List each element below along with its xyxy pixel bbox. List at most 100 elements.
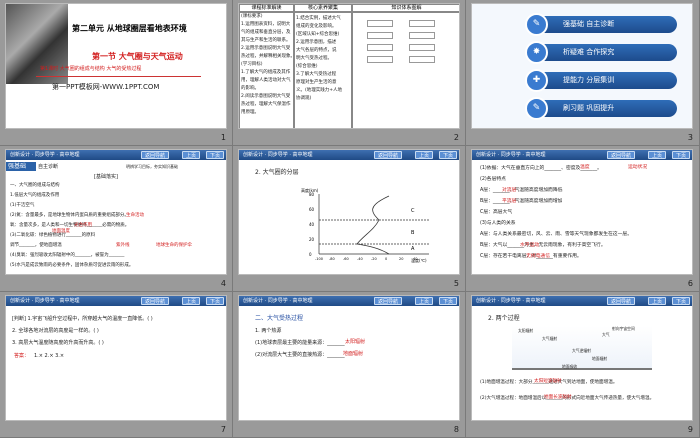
standards-line: 用，理解人类活动对大气 [241,78,291,83]
x-tick-label: -20 [371,257,377,261]
slide-number: 7 [220,425,226,434]
slide-canvas: 创新设计 · 同步导学 · 高中地理 返回导航 上页 下页 二、大气受热过程 1. 两个热… [238,295,460,421]
atmosphere-layer-chart: 高度(km)温度(℃)806040200-100 -80 -60 -40 -20 0 20 4… [301,187,429,263]
y-tick-label: 0 [309,252,312,257]
nav-button-2[interactable]: 下页 [672,297,691,305]
content-line: (2)氮：含量最多，是地球生物体内蛋白质的重要组成部分。 [10,213,129,218]
nav-button-2[interactable]: 下页 [672,151,691,159]
nav-button-0[interactable]: 返回导航 [374,297,403,305]
nav-button-0[interactable]: 返回导航 [141,151,170,159]
standards-line: 2.阅读示意图说明大气受 [241,94,291,99]
menu-item-0[interactable]: ✎ 强基础 自主诊断 [525,13,677,36]
x-tick-label: -80 [329,257,335,261]
section-note: 明辨学习目标，夯实知识基础 [126,164,178,169]
literacy-line: (综合思维) [296,64,318,69]
menu-item-2[interactable]: ✚ 提能力 分层集训 [525,69,677,92]
slide-thumbnail-4[interactable]: 创新设计 · 同步导学 · 高中地理 返回导航 上页 下页 强基础 自主诊断 明辨学习目标，… [0,146,233,292]
slide-canvas: 创新设计 · 同步导学 · 高中地理 返回导航 上页 下页 2. 两个过程 太阳辐射 大气辐… [471,295,693,421]
standards-line: 的影响。 [241,86,259,91]
temperature-curve [356,195,390,255]
slide-canvas: 第二单元 从地球圈层看地表环境 第一节 大气圈与天气运动 第1课时 大气圈的组成与结… [5,3,227,129]
slide-thumbnail-5[interactable]: 创新设计 · 同步导学 · 高中地理 返回导航 上页 下页 2. 大气圈的分层 高度(km… [233,146,466,292]
diagram-label: 太阳辐射 [518,328,534,333]
x-tick-label: 40 [413,257,417,261]
literacy-line: 协调观) [296,96,312,101]
diagram-label: 大气辐射 [542,336,558,341]
nav-button-1[interactable]: 上页 [648,297,667,305]
column-header-1: 核心素养聚集 [294,4,352,12]
nav-button-1[interactable]: 上页 [182,297,201,305]
mind-map-node [367,56,393,63]
content-line: A层：_______，气温随高度增加而降低 [480,188,563,193]
basic-heading: [基础落实] [94,174,118,180]
divider [36,76,201,77]
content-line: (2)各层特点 [480,177,506,182]
source-line-1: (1)地球表层最主要的能量来源：_______ [255,340,345,346]
diagram-label: 大气逆辐射 [572,348,591,353]
nav-button-1[interactable]: 上页 [182,151,201,159]
nav-button-2[interactable]: 下页 [206,297,225,305]
mind-map-node [367,20,393,27]
literacy-line: 1.结合实例，描述大气 [296,16,341,21]
slide-thumbnail-7[interactable]: 创新设计 · 同步导学 · 高中地理 返回导航 上页 下页 [判断] 1.宇宙飞船升空过… [0,292,233,438]
answer-blank: 光合作用 [74,223,92,228]
content-line: A层：与人类关系最密切，风、云、雨、雪等天气现象都发生在这一层。 [480,232,632,237]
slide-thumbnail-6[interactable]: 创新设计 · 同步导学 · 高中地理 返回导航 上页 下页 (1)依据：大气在垂直方向上… [466,146,700,292]
diagram-label: 地面吸收 [562,364,578,369]
y-tick-label: 20 [309,237,315,242]
diagram-label: 射向宇宙空间 [612,326,635,331]
slide-canvas: 创新设计 · 同步导学 · 高中地理 返回导航 上页 下页 (1)依据：大气在垂直方向上… [471,149,693,275]
menu-label: 刷习题 巩固提升 [563,104,615,112]
menu-item-1[interactable]: ✸ 析疑难 合作探究 [525,41,677,64]
nav-button-1[interactable]: 上页 [415,297,434,305]
mind-map-node [409,32,435,39]
slide-thumbnail-3[interactable]: ✎ 强基础 自主诊断 ✸ 析疑难 合作探究 ✚ 提能力 分层集训 ✎ 刷习题 巩固提升 3 [466,0,700,146]
x-tick-label: -100 [315,257,323,261]
slide-number: 5 [453,279,459,288]
slide-header-bar: 创新设计 · 同步导学 · 高中地理 返回导航 上页 下页 [6,296,226,306]
nav-button-2[interactable]: 下页 [439,297,458,305]
nav-button-1[interactable]: 上页 [648,151,667,159]
judge-line: 2. 全球各地对流层的高度是一样的。( ) [12,328,99,334]
menu-item-3[interactable]: ✎ 刷习题 巩固提升 [525,97,677,120]
nav-button-0[interactable]: 返回导航 [607,297,636,305]
nav-button-0[interactable]: 返回导航 [141,297,170,305]
nav-button-0[interactable]: 返回导航 [607,151,636,159]
slide-thumbnail-8[interactable]: 创新设计 · 同步导学 · 高中地理 返回导航 上页 下页 二、大气受热过程 1. 两个热… [233,292,466,438]
slide-number: 8 [453,425,459,434]
mind-map-node [367,44,393,51]
menu-icon: ✚ [525,69,548,92]
menu-icon: ✎ [525,97,548,120]
standards-line: 热过程，并解释相关现象。 [241,54,295,59]
standards-line: 其与生产和生活的联系。 [241,38,291,43]
mind-map-node [409,20,435,27]
x-tick-label: -60 [343,257,349,261]
literacy-line: 义。(地理实践力+人地 [296,88,343,93]
answer-blank: 紫外线 [116,243,130,248]
site-text: 第一PPT模板网-WWW.1PPT.COM [52,83,160,91]
slide-number: 3 [687,133,693,142]
literacy-line: 2.运用示意图，描述 [296,40,337,45]
slide-number: 4 [220,279,226,288]
slide-thumbnail-9[interactable]: 创新设计 · 同步导学 · 高中地理 返回导航 上页 下页 2. 两个过程 太阳辐射 大气辐… [466,292,700,438]
menu-label: 强基础 自主诊断 [563,20,615,28]
content-line: 一、大气圈的组成与结构 [10,183,60,188]
slide-thumbnail-2[interactable]: 课程标准解读 核心素养聚集 知识体系图解 (课标要求) 1.运用图表资料，说明大 气的组成… [233,0,466,146]
answer-blank: 地面辐射 [343,351,364,357]
slide-number: 9 [687,425,693,434]
answer-blank: 地面长波辐射 [544,395,572,400]
section-sub: 自主诊断 [38,164,59,170]
nav-button-2[interactable]: 下页 [206,151,225,159]
literacy-line: 原理对生产生活的意 [296,80,337,85]
slide-canvas: 创新设计 · 同步导学 · 高中地理 返回导航 上页 下页 2. 大气圈的分层 高度(km… [238,149,460,275]
slide-number: 2 [453,133,459,142]
answer-blank: 无线电通信 [526,254,550,259]
mind-map-node [367,32,393,39]
mind-map-box [352,12,459,128]
slide-thumbnail-1[interactable]: 第二单元 从地球圈层看地表环境 第一节 大气圈与天气运动 第1课时 大气圈的组成与结… [0,0,233,146]
section-title: 二、大气受热过程 [255,315,304,322]
answer-blank: 水平运动 [520,243,540,248]
content-line: B层：大气以_______为主，无云雨现象，有利于高空飞行。 [480,243,606,248]
standards-line: 气的组成和垂直分层，及 [241,30,291,35]
source-heading: 1. 两个热源 [255,328,282,334]
